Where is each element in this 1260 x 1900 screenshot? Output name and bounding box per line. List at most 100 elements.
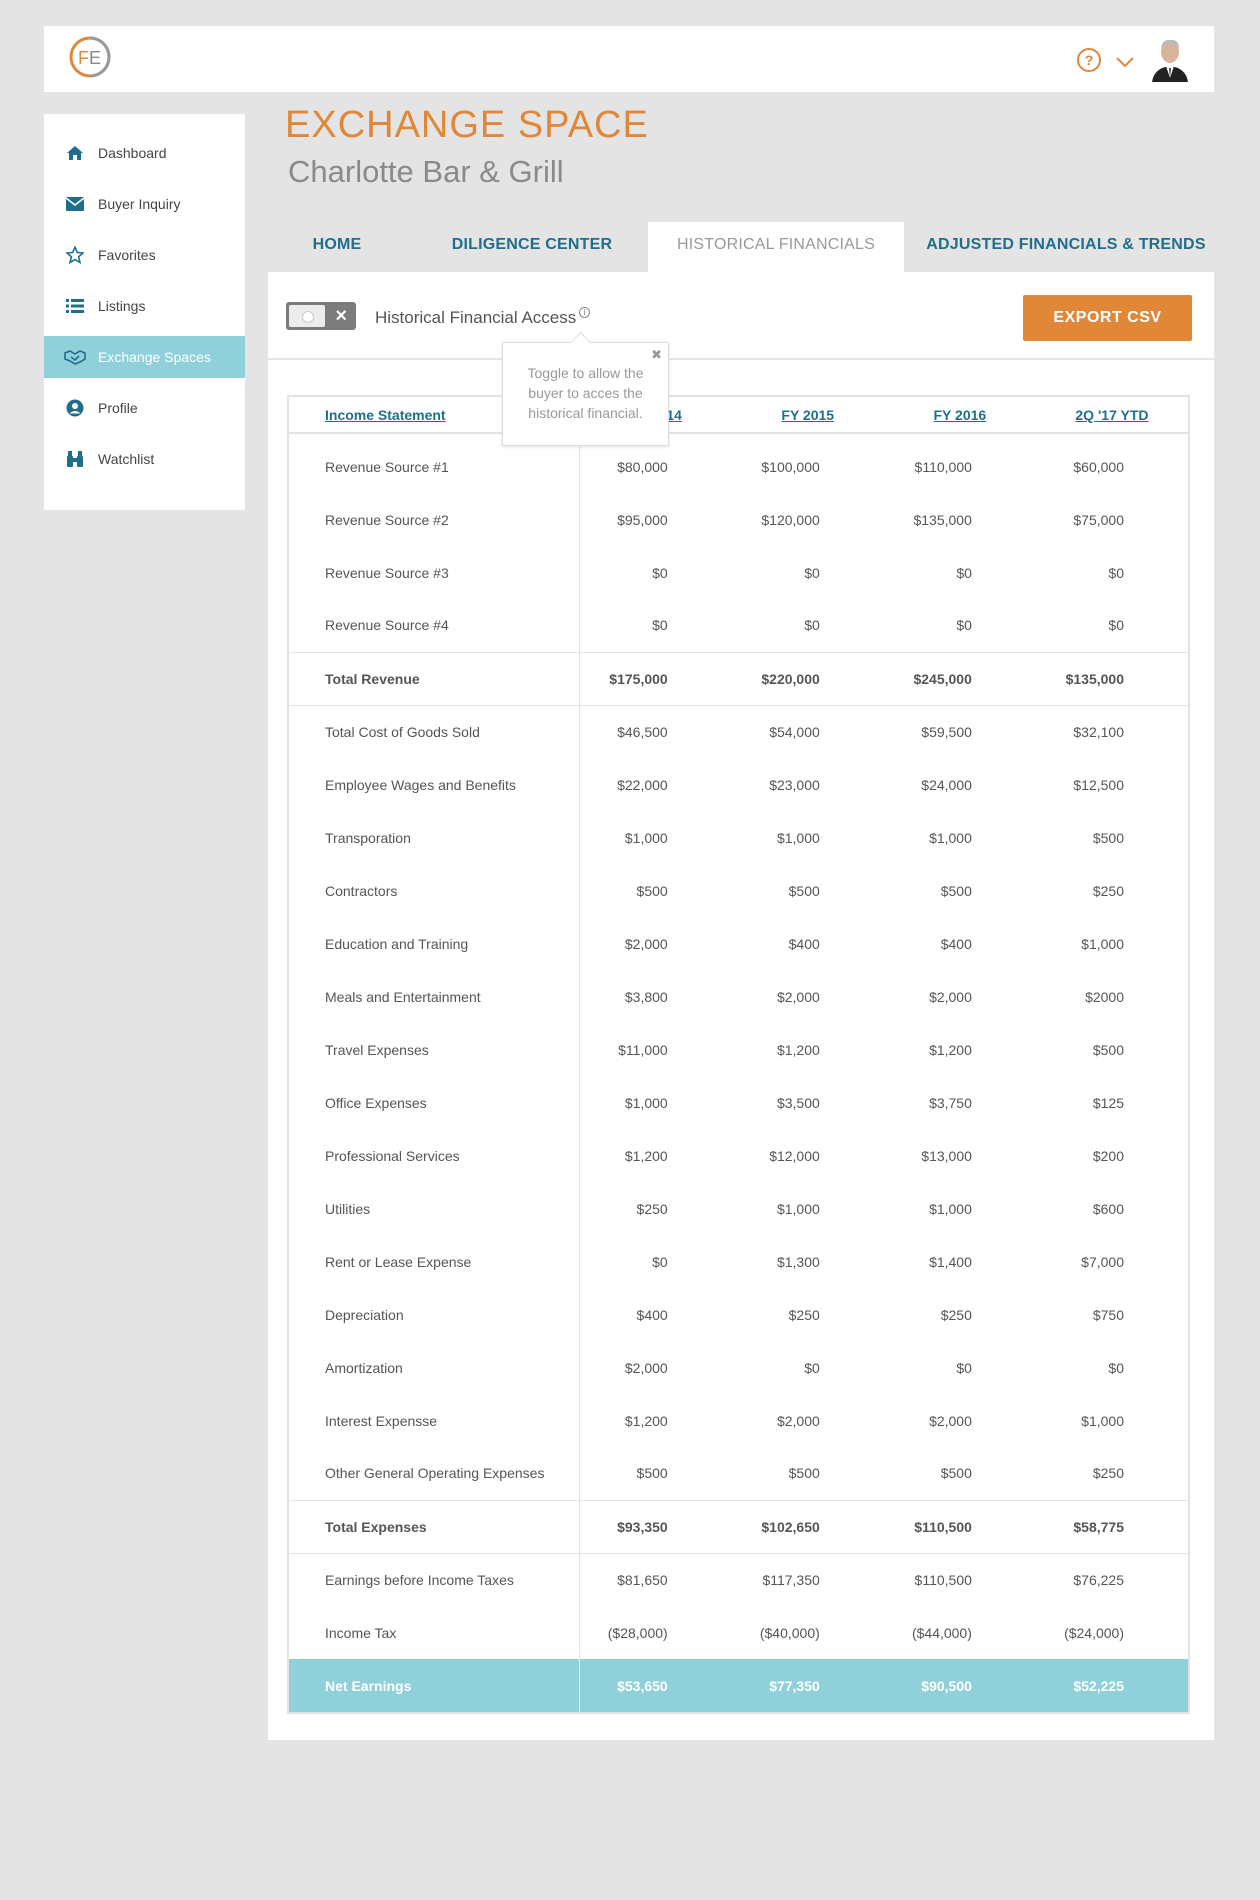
row-label: Total Revenue <box>289 651 580 706</box>
row-value: $500 <box>940 1465 972 1482</box>
row-value: $2,000 <box>624 935 668 952</box>
row-label: Income Tax <box>289 1606 580 1659</box>
table-row: Depreciation $400 $250 $250 $750 <box>289 1288 1188 1341</box>
row-value: $400 <box>940 935 972 952</box>
row-value: $500 <box>636 1465 668 1482</box>
row-value: $75,000 <box>1073 511 1124 528</box>
row-label: Rent or Lease Expense <box>289 1235 580 1288</box>
row-value: $3,800 <box>624 988 668 1005</box>
fe-logo[interactable]: F E <box>68 35 112 79</box>
table-row: Net Earnings $53,650 $77,350 $90,500 $52,225 <box>289 1659 1188 1712</box>
row-label: Earnings before Income Taxes <box>289 1553 580 1606</box>
access-toggle[interactable]: × <box>286 302 356 330</box>
column-header-fy2015[interactable]: FY 2015 <box>731 397 884 434</box>
sidebar-item-favorites[interactable]: Favorites <box>44 234 245 276</box>
sidebar-item-label: Listings <box>98 298 146 314</box>
table-row: Total Cost of Goods Sold $46,500 $54,000 $5… <box>289 705 1188 758</box>
row-value: $1,000 <box>1081 1412 1124 1429</box>
sidebar-item-dashboard[interactable]: Dashboard <box>44 132 245 174</box>
row-value: $1,000 <box>929 1200 972 1217</box>
tab-home[interactable]: HOME <box>268 222 406 272</box>
tab-diligence-center[interactable]: DILIGENCE CENTER <box>440 222 624 272</box>
table-row: Other General Operating Expenses $500 $500… <box>289 1447 1188 1500</box>
table-row: Meals and Entertainment $3,800 $2,000 $2,00… <box>289 970 1188 1023</box>
row-value: $60,000 <box>1073 458 1124 475</box>
svg-text:F: F <box>78 48 89 68</box>
row-value: $1,200 <box>624 1147 668 1164</box>
sidebar-item-profile[interactable]: Profile <box>44 387 245 429</box>
table-row: Professional Services $1,200 $12,000 $13,00… <box>289 1129 1188 1182</box>
row-value: $0 <box>652 617 668 634</box>
row-value: $2,000 <box>929 1412 972 1429</box>
row-value: $250 <box>636 1200 668 1217</box>
row-value: $500 <box>636 882 668 899</box>
table-row: Total Expenses $93,350 $102,650 $110,500 $58… <box>289 1499 1188 1554</box>
row-value: $12,000 <box>769 1147 820 1164</box>
row-value: $59,500 <box>921 723 972 740</box>
access-label: Historical Financial Access <box>375 308 577 327</box>
row-value: $7,000 <box>1081 1253 1124 1270</box>
row-label: Interest Expensse <box>289 1394 580 1447</box>
binoculars-icon <box>64 448 86 470</box>
page-title: EXCHANGE SPACE <box>285 104 649 146</box>
row-value: $90,500 <box>883 1659 1036 1712</box>
row-value: $22,000 <box>617 776 668 793</box>
page-subtitle: Charlotte Bar & Grill <box>288 154 564 189</box>
row-value: $81,650 <box>617 1571 668 1588</box>
export-csv-button[interactable]: EXPORT CSV <box>1023 295 1192 341</box>
row-label: Travel Expenses <box>289 1023 580 1076</box>
chevron-down-icon[interactable] <box>1114 50 1136 72</box>
sidebar-item-label: Profile <box>98 400 138 416</box>
row-value: $250 <box>940 1306 972 1323</box>
tab-historical-financials[interactable]: HISTORICAL FINANCIALS <box>648 222 904 272</box>
row-value: $600 <box>1092 1200 1124 1217</box>
table-row: Revenue Source #3 $0 $0 $0 $0 <box>289 546 1188 599</box>
sidebar: Dashboard Buyer Inquiry Favorites Listin… <box>44 114 245 510</box>
sidebar-item-buyer-inquiry[interactable]: Buyer Inquiry <box>44 183 245 225</box>
row-value: $220,000 <box>731 651 884 706</box>
row-value: $1,000 <box>929 829 972 846</box>
row-value: $102,650 <box>731 1499 884 1554</box>
row-label: Total Cost of Goods Sold <box>289 705 580 758</box>
row-value: $93,350 <box>579 1499 732 1554</box>
row-value: $500 <box>788 882 820 899</box>
sidebar-item-listings[interactable]: Listings <box>44 285 245 327</box>
close-icon[interactable]: ✖ <box>651 345 662 365</box>
table-row: Revenue Source #1 $80,000 $100,000 $110,000… <box>289 433 1188 493</box>
access-bar: × Historical Financial Access i EXPORT C… <box>268 272 1214 360</box>
question-circle-icon[interactable]: ? <box>1077 48 1101 72</box>
row-value: $245,000 <box>883 651 1036 706</box>
handshake-icon <box>64 346 86 368</box>
table-row: Total Revenue $175,000 $220,000 $245,000 $13… <box>289 651 1188 706</box>
tooltip-text: Toggle to allow the buyer to acces the h… <box>527 365 644 421</box>
row-value: $1,000 <box>776 1200 820 1217</box>
row-value: $0 <box>652 564 668 581</box>
row-label: Professional Services <box>289 1129 580 1182</box>
table-row: Office Expenses $1,000 $3,500 $3,750 $125 <box>289 1076 1188 1129</box>
info-icon[interactable]: i <box>579 307 590 318</box>
row-value: $1,000 <box>1081 935 1124 952</box>
sidebar-item-watchlist[interactable]: Watchlist <box>44 438 245 480</box>
sidebar-item-label: Buyer Inquiry <box>98 196 181 212</box>
row-label: Revenue Source #3 <box>289 546 580 599</box>
avatar[interactable] <box>1148 34 1192 82</box>
row-value: $13,000 <box>921 1147 972 1164</box>
table-row: Interest Expensse $1,200 $2,000 $2,000 $1,00… <box>289 1394 1188 1447</box>
top-bar: F E ? <box>44 26 1214 92</box>
column-header-fy2016[interactable]: FY 2016 <box>883 397 1036 434</box>
row-value: $58,775 <box>1035 1499 1188 1554</box>
row-value: $110,000 <box>914 458 972 475</box>
row-value: $500 <box>940 882 972 899</box>
row-value: ($24,000) <box>1064 1624 1124 1641</box>
table-row: Amortization $2,000 $0 $0 $0 <box>289 1341 1188 1394</box>
row-value: $120,000 <box>761 511 820 528</box>
row-value: $1,200 <box>624 1412 668 1429</box>
table-row: Contractors $500 $500 $500 $250 <box>289 864 1188 917</box>
row-value: $3,750 <box>929 1094 972 1111</box>
sidebar-item-exchange-spaces[interactable]: Exchange Spaces <box>44 336 245 378</box>
row-value: $100,000 <box>761 458 820 475</box>
column-header-2q17-ytd[interactable]: 2Q '17 YTD <box>1035 397 1188 434</box>
table-row: Rent or Lease Expense $0 $1,300 $1,400 $7,00… <box>289 1235 1188 1288</box>
tab-adjusted-financials-trends[interactable]: ADJUSTED FINANCIALS & TRENDS <box>918 222 1214 272</box>
row-value: $110,500 <box>883 1499 1036 1554</box>
